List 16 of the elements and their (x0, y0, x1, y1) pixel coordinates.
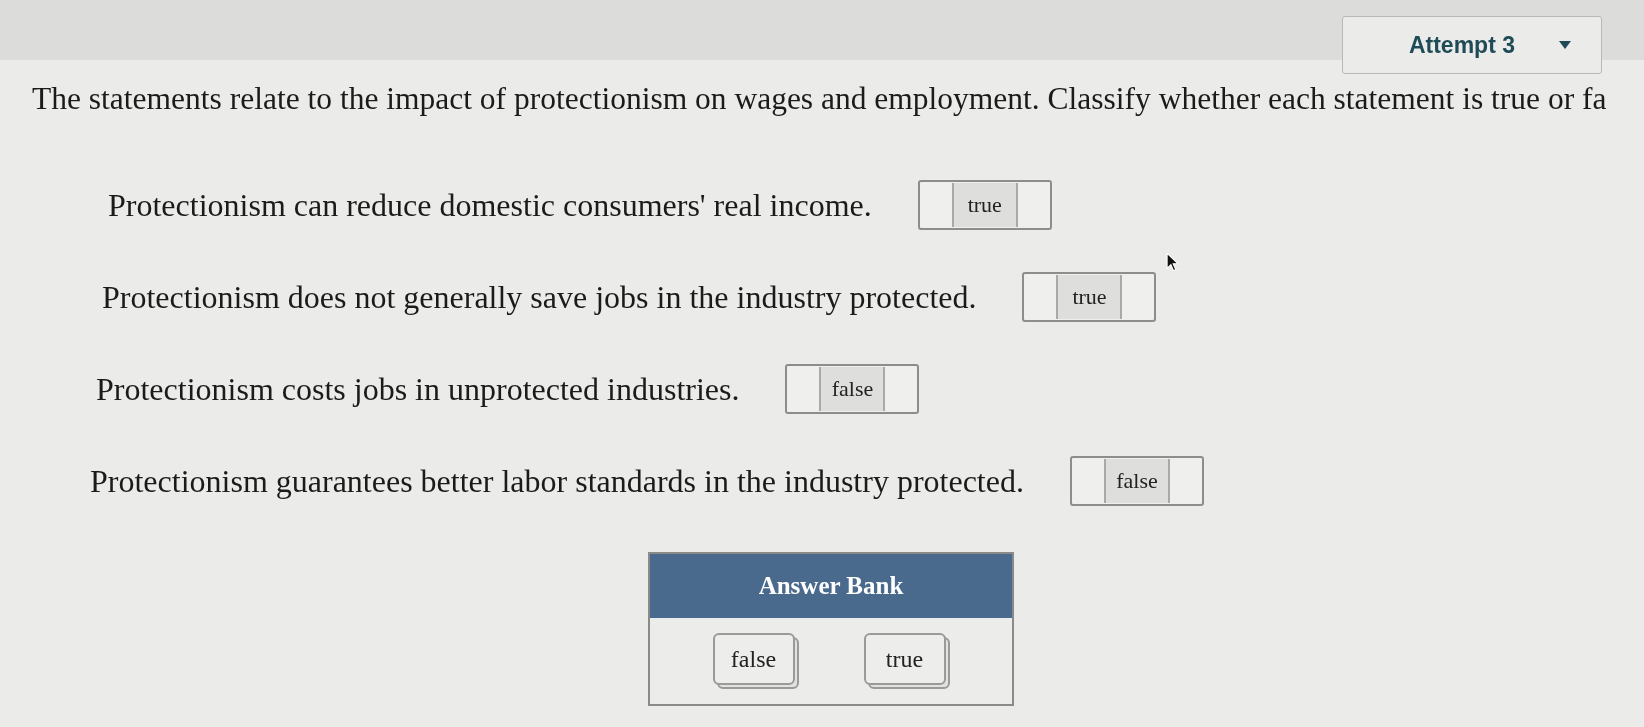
answer-bank-header: Answer Bank (650, 554, 1012, 618)
answer-chip[interactable]: false (819, 367, 886, 411)
answer-box[interactable]: false (1069, 456, 1204, 506)
answer-box[interactable]: true (917, 180, 1052, 230)
answer-chip[interactable]: true (1056, 275, 1123, 319)
statement-text: Protectionism does not generally save jobs in the industry protected. (102, 278, 977, 316)
answer-box[interactable]: false (785, 364, 920, 414)
question-prompt: The statements relate to the impact of protectionism on wages and employment. Classify whether each statement is true or fa (32, 80, 1608, 118)
statement-text: Protectionism can reduce domestic consumers' real income. (108, 186, 872, 224)
statement-text: Protectionism costs jobs in unprotected industries. (96, 370, 740, 408)
answer-chip[interactable]: true (951, 183, 1018, 227)
answer-chip[interactable]: false (1103, 459, 1170, 503)
mouse-pointer-icon (1166, 252, 1180, 272)
attempt-dropdown[interactable]: Attempt 3 (1342, 16, 1602, 74)
statement-text: Protectionism guarantees better labor standards in the industry protected. (90, 462, 1024, 500)
caret-icon (1559, 41, 1571, 49)
